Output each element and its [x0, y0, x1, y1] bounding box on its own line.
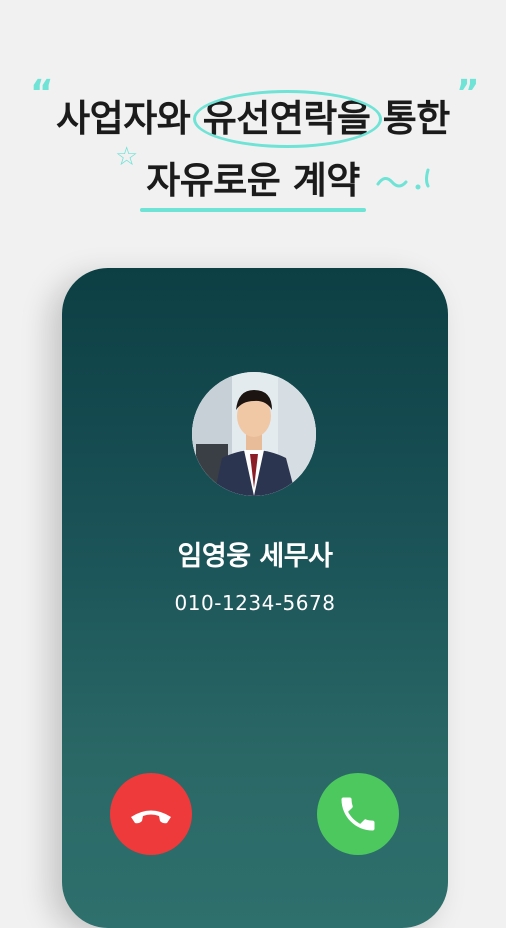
caller-photo-icon [192, 372, 316, 496]
headline: 사업자와 유선연락을 통한 자유로운 계약 [0, 88, 506, 212]
incoming-call-screen: 임영웅 세무사 010-1234-5678 [62, 268, 448, 928]
caller-name: 임영웅 세무사 [177, 541, 333, 572]
caller-number: 010-1234-5678 [174, 591, 336, 615]
accept-call-button[interactable] [317, 773, 399, 855]
phone-hangup-icon [131, 810, 171, 824]
caller-avatar [192, 372, 316, 496]
headline-prefix: 사업자와 [56, 97, 203, 140]
headline-line-2: 자유로운 계약 [0, 150, 506, 212]
headline-circled-phrase: 유선연락을 [192, 88, 383, 150]
phone-answer-icon [341, 797, 375, 831]
headline-suffix: 통한 [370, 97, 451, 140]
headline-line-1: 사업자와 유선연락을 통한 [0, 88, 506, 150]
decline-call-button[interactable] [110, 773, 192, 855]
headline-underlined-phrase: 자유로운 계약 [140, 150, 366, 212]
